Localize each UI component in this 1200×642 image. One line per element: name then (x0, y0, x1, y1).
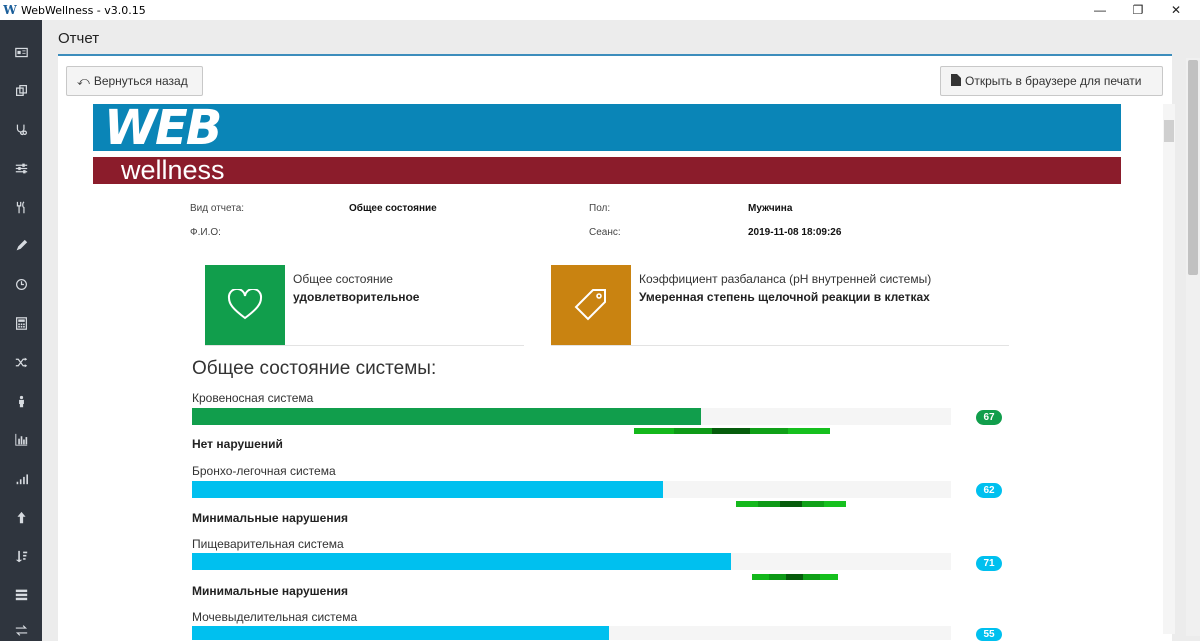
system-score-badge: 62 (976, 483, 1002, 498)
window-titlebar: W WebWellness - v3.0.15 (0, 0, 1200, 20)
back-button[interactable]: ⤺ Вернуться назад (66, 66, 203, 96)
general-state-label: Общее состояние (293, 272, 393, 286)
banner-bottom (93, 157, 1121, 184)
minimize-icon[interactable]: — (1080, 0, 1120, 20)
page-scrollbar-thumb[interactable] (1188, 60, 1198, 275)
ph-balance-card: Коэффициент разбаланса (pH внутренней си… (551, 265, 1009, 346)
report-scrollbar[interactable] (1163, 104, 1175, 634)
report-type-value: Общее состояние (349, 203, 437, 214)
system-name: Кровеносная система (192, 391, 314, 405)
copy-icon[interactable] (0, 78, 42, 102)
system-mini-indicator (736, 501, 846, 507)
section-title: Общее состояние системы: (192, 358, 437, 379)
system-bar-fill (192, 553, 731, 570)
shuffle-icon[interactable] (0, 350, 42, 374)
person-icon[interactable] (0, 389, 42, 413)
print-button-label: Открыть в браузере для печати (965, 74, 1142, 88)
system-status: Минимальные нарушения (192, 584, 348, 598)
server-icon[interactable] (0, 582, 42, 606)
file-icon (951, 73, 961, 89)
name-label: Ф.И.О: (190, 227, 221, 238)
system-score-badge: 55 (976, 628, 1002, 641)
system-score-badge: 71 (976, 556, 1002, 571)
report-type-label: Вид отчета: (190, 203, 245, 214)
window-title: WebWellness - v3.0.15 (21, 3, 146, 17)
banner-top (93, 104, 1121, 151)
sort-icon[interactable] (0, 544, 42, 568)
system-name: Бронхо-легочная система (192, 464, 336, 478)
bar-chart-icon[interactable] (0, 427, 42, 451)
pencil-icon[interactable] (0, 233, 42, 257)
system-bar-fill (192, 481, 663, 498)
report-scrollbar-thumb[interactable] (1164, 120, 1174, 142)
system-bar (192, 553, 951, 570)
clock-icon[interactable] (0, 272, 42, 296)
system-bar-fill (192, 626, 610, 640)
system-name: Мочевыделительная система (192, 610, 358, 624)
app-logo-icon: W (3, 3, 17, 17)
sidebar (0, 20, 42, 641)
sliders-icon[interactable] (0, 156, 42, 180)
logo-wellness: wellness (121, 155, 225, 185)
print-button[interactable]: Открыть в браузере для печати (940, 66, 1163, 96)
system-bar (192, 481, 951, 498)
general-state-value: удовлетворительное (293, 290, 420, 304)
system-name: Пищеварительная система (192, 537, 344, 551)
system-status: Минимальные нарушения (192, 511, 348, 525)
close-icon[interactable]: ✕ (1156, 0, 1196, 20)
ph-balance-value: Умеренная степень щелочной реакции в кле… (639, 290, 930, 304)
id-card-icon[interactable] (0, 40, 42, 64)
system-bar (192, 408, 951, 425)
system-bar (192, 626, 951, 640)
gender-label: Пол: (589, 203, 611, 214)
system-score-badge: 67 (976, 410, 1002, 425)
system-mini-indicator (634, 428, 830, 434)
session-label: Сеанс: (589, 227, 621, 238)
logo-web: WEB (104, 100, 222, 156)
back-button-label: Вернуться назад (93, 74, 188, 88)
tag-icon (551, 265, 631, 345)
calculator-icon[interactable] (0, 311, 42, 335)
signal-icon[interactable] (0, 466, 42, 490)
system-status: Нет нарушений (192, 437, 283, 451)
cutlery-icon[interactable] (0, 195, 42, 219)
heart-icon (205, 265, 285, 345)
gender-value: Мужчина (748, 203, 793, 214)
ph-balance-label: Коэффициент разбаланса (pH внутренней си… (639, 272, 932, 286)
system-mini-indicator (752, 574, 838, 580)
exchange-icon[interactable] (0, 618, 42, 642)
stethoscope-icon[interactable] (0, 117, 42, 141)
arrow-up-icon[interactable] (0, 505, 42, 529)
general-state-card: Общее состояние удовлетворительное (205, 265, 524, 346)
restore-icon[interactable]: ❐ (1118, 0, 1158, 20)
page-title: Отчет (58, 30, 100, 47)
system-bar-fill (192, 408, 701, 425)
session-value: 2019-11-08 18:09:26 (748, 227, 842, 238)
reply-icon: ⤺ (77, 73, 90, 88)
